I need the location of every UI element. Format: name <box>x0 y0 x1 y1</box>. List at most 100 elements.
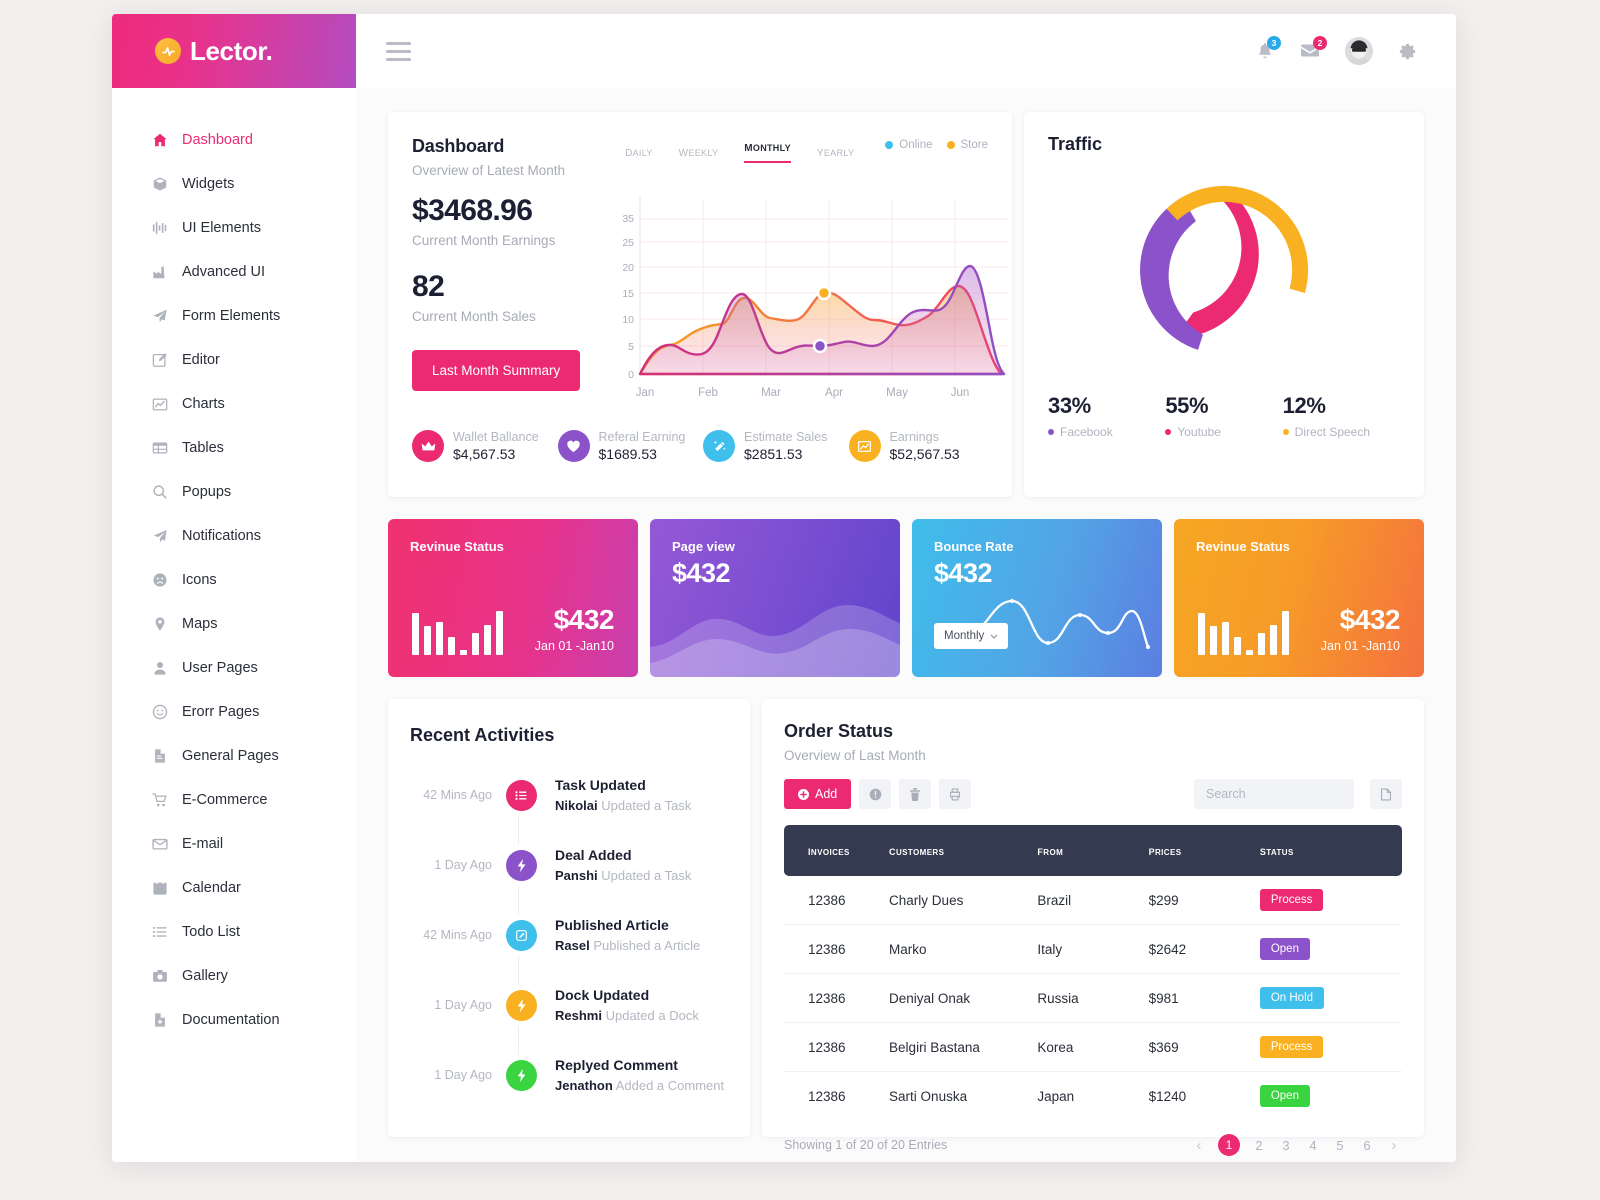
sidebar-item-notifications[interactable]: Notifications <box>112 514 356 558</box>
sidebar-item-charts[interactable]: Charts <box>112 382 356 426</box>
sidebar-item-user-pages[interactable]: User Pages <box>112 646 356 690</box>
factory-icon <box>152 264 178 280</box>
sidebar-item-calendar[interactable]: Calendar <box>112 866 356 910</box>
sidebar-item-editor[interactable]: Editor <box>112 338 356 382</box>
sidebar-item-form-elements[interactable]: Form Elements <box>112 294 356 338</box>
list-icon <box>152 924 178 940</box>
sidebar-item-ui-elements[interactable]: UI Elements <box>112 206 356 250</box>
bolt-icon <box>506 1059 537 1091</box>
metric-card-revinue-status-0[interactable]: Revinue Status $432 Jan 01 -Jan10 <box>388 519 638 677</box>
page-2[interactable]: 2 <box>1251 1138 1267 1153</box>
envelope-icon[interactable]: 2 <box>1299 36 1327 61</box>
table-row[interactable]: 12386 Deniyal Onak Russia $981 On Hold <box>784 973 1402 1023</box>
brand-logo[interactable]: Lector. <box>112 14 356 88</box>
tab-yearly[interactable]: Yearly <box>817 143 854 159</box>
tab-weekly[interactable]: Weekly <box>679 143 719 159</box>
legend-label: Online <box>899 139 933 151</box>
cell-status: Open <box>1259 1072 1402 1121</box>
stat-value: $2851.53 <box>744 446 803 462</box>
metric-line-chart <box>974 599 1150 649</box>
sidebar-item-icons[interactable]: Icons <box>112 558 356 602</box>
sidebar-item-widgets[interactable]: Widgets <box>112 162 356 206</box>
page-4[interactable]: 4 <box>1305 1138 1321 1153</box>
activity-time: 42 Mins Ago <box>423 788 492 802</box>
chevron-left-icon[interactable]: ‹ <box>1191 1137 1207 1154</box>
pagination: ‹ 1 2 3 4 5 6 › <box>1191 1134 1402 1156</box>
metric-card-bounce-rate-2[interactable]: Bounce Rate $432 Monthly <box>912 519 1162 677</box>
gear-icon[interactable] <box>1397 41 1418 62</box>
sidebar-item-popups[interactable]: Popups <box>112 470 356 514</box>
metric-card-revinue-status-3[interactable]: Revinue Status $432 Jan 01 -Jan10 <box>1174 519 1424 677</box>
status-badge: Open <box>1259 1085 1310 1107</box>
plus-circle-icon <box>798 788 809 800</box>
page-3[interactable]: 3 <box>1278 1138 1294 1153</box>
last-month-summary-button[interactable]: Last Month Summary <box>412 350 581 391</box>
activity-text: Deal Added Panshi Updated a Task <box>537 847 691 883</box>
dashboard-card: Dashboard Overview of Latest Month Daily… <box>388 112 1012 497</box>
sidebar-item-tables[interactable]: Tables <box>112 426 356 470</box>
sidebar-item-maps[interactable]: Maps <box>112 602 356 646</box>
page-6[interactable]: 6 <box>1359 1138 1375 1153</box>
mail-icon <box>152 836 178 852</box>
cell-from: Italy <box>1037 924 1149 974</box>
stat-wallet-ballance: Wallet Ballance $4,567.53 <box>412 430 552 462</box>
box-icon <box>152 176 178 192</box>
page-1[interactable]: 1 <box>1218 1134 1240 1156</box>
activity-detail: Nikolai Updated a Task <box>555 798 691 813</box>
legend-item-store: Store <box>946 139 988 151</box>
kpi-earnings-label: Current Month Earnings <box>412 233 556 248</box>
metric-card-page-view-1[interactable]: Page view $432 <box>650 519 900 677</box>
printer-icon[interactable] <box>939 779 972 809</box>
traffic-stat-value: 12% <box>1282 393 1326 418</box>
tab-daily[interactable]: Daily <box>625 143 653 159</box>
export-icon[interactable] <box>1370 779 1402 809</box>
activity-item[interactable]: 1 Day Ago Deal Added Panshi Updated a Task <box>388 830 750 900</box>
sidebar-item-e-commerce[interactable]: E-Commerce <box>112 778 356 822</box>
search-input[interactable] <box>1194 779 1354 809</box>
status-badge: On Hold <box>1259 987 1325 1009</box>
crown-icon <box>412 430 444 462</box>
tab-monthly[interactable]: Monthly <box>744 138 791 163</box>
table-row[interactable]: 12386 Sarti Onuska Japan $1240 Open <box>784 1072 1402 1121</box>
file-download-icon <box>152 1012 178 1028</box>
cell-from: Japan <box>1037 1088 1075 1104</box>
sidebar-item-todo-list[interactable]: Todo List <box>112 910 356 954</box>
add-button[interactable]: Add <box>784 779 852 809</box>
document-icon <box>152 748 178 764</box>
sidebar-item-advanced-ui[interactable]: Advanced UI <box>112 250 356 294</box>
chevron-right-icon[interactable]: › <box>1386 1137 1402 1154</box>
sidebar-item-erorr-pages[interactable]: Erorr Pages <box>112 690 356 734</box>
page-title: Dashboard <box>412 136 505 156</box>
metric-amount: $432 <box>553 604 615 635</box>
order-status-title: Order Status <box>784 721 894 741</box>
sidebar-item-documentation[interactable]: Documentation <box>112 998 356 1042</box>
sidebar-item-e-mail[interactable]: E-mail <box>112 822 356 866</box>
bell-icon[interactable]: 3 <box>1255 36 1281 61</box>
table-row[interactable]: 12386 Belgiri Bastana Korea $369 Process <box>784 1022 1402 1072</box>
traffic-stat-value: 55% <box>1165 393 1209 418</box>
activity-item[interactable]: 42 Mins Ago Task Updated Nikolai Updated a… <box>388 760 750 830</box>
hamburger-icon[interactable] <box>382 38 415 65</box>
svg-text:15: 15 <box>622 288 634 300</box>
column-invoices: Invoices <box>784 825 890 876</box>
metric-amount: $432 <box>672 558 731 588</box>
activity-user: Rasel <box>555 938 590 953</box>
activity-item[interactable]: 1 Day Ago Replyed Comment Jenathon Added a… <box>388 1040 750 1110</box>
activity-detail: Panshi Updated a Task <box>555 868 691 883</box>
sidebar-item-dashboard[interactable]: Dashboard <box>112 118 356 162</box>
info-circle-icon[interactable] <box>859 779 892 809</box>
sidebar-item-label: UI Elements <box>182 220 261 236</box>
sidebar-item-general-pages[interactable]: General Pages <box>112 734 356 778</box>
traffic-legend-dot <box>1048 429 1054 435</box>
activity-item[interactable]: 42 Mins Ago Published Article Rasel Publis… <box>388 900 750 970</box>
page-5[interactable]: 5 <box>1332 1138 1348 1153</box>
trash-icon[interactable] <box>899 779 932 809</box>
user-avatar[interactable] <box>1345 37 1373 65</box>
table-row[interactable]: 12386 Marko Italy $2642 Open <box>784 924 1402 974</box>
metric-amount-block: $432 Jan 01 -Jan10 <box>1321 604 1401 653</box>
activity-item[interactable]: 1 Day Ago Dock Updated Reshmi Updated a Do… <box>388 970 750 1040</box>
chart-line-icon <box>152 396 178 412</box>
table-row[interactable]: 12386 Charly Dues Brazil $299 Process <box>784 876 1402 925</box>
sidebar-item-gallery[interactable]: Gallery <box>112 954 356 998</box>
status-badge: Open <box>1259 938 1310 960</box>
